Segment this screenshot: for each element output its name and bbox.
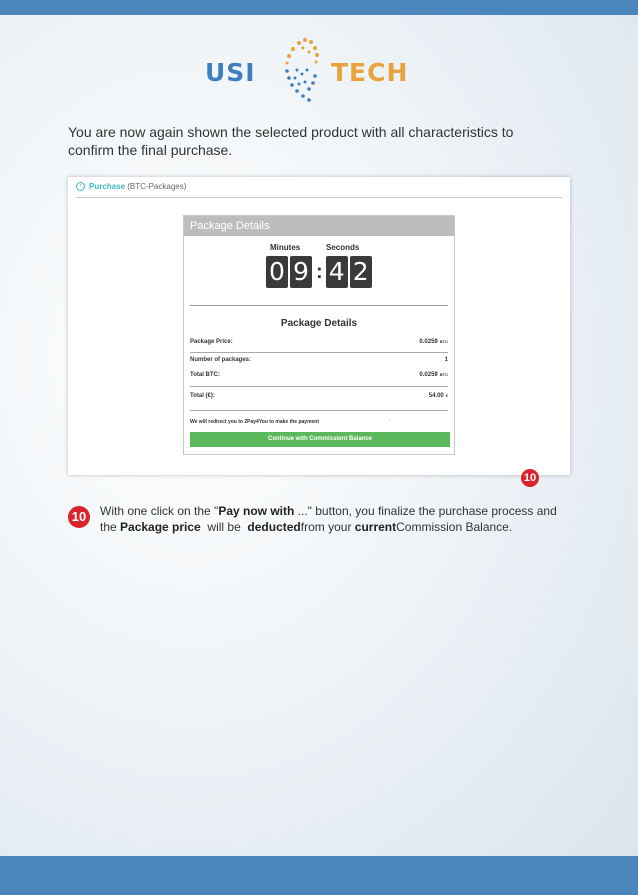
- breadcrumb-divider: [76, 197, 562, 198]
- timer-digit: 0: [266, 256, 288, 288]
- row-label: Package Price:: [190, 339, 233, 345]
- logo-globe-icon: [285, 38, 319, 102]
- timer-colon: :: [316, 260, 323, 283]
- emphasis: deducted: [247, 520, 301, 534]
- timer-labels: Minutes Seconds: [270, 243, 382, 252]
- countdown-timer: 0 9 : 4 2: [266, 256, 374, 288]
- row-value: 1: [444, 357, 448, 363]
- timer-digit: 9: [290, 256, 312, 288]
- breadcrumb: › Purchase (BTC-Packages): [76, 182, 187, 192]
- bottom-bar: [0, 856, 638, 895]
- divider: [190, 305, 448, 306]
- package-details-panel: Package Details Minutes Seconds 0 9 : 4 2…: [183, 215, 539, 487]
- row-divider: [190, 410, 448, 411]
- row-value: 0.0259 BTC: [419, 339, 448, 345]
- emphasis: Pay now with: [218, 504, 295, 518]
- row-label: Number of packages:: [190, 357, 252, 363]
- number-of-packages-row: Number of packages: 1: [190, 357, 448, 363]
- emphasis: current: [354, 520, 397, 534]
- row-divider: [190, 352, 448, 353]
- step-badge: 10: [521, 469, 539, 487]
- purchase-screenshot: › Purchase (BTC-Packages) Package Details…: [68, 177, 570, 487]
- total-eur-row: Total (€): 54.00 €: [190, 393, 448, 399]
- continue-commission-balance-button[interactable]: Continue with Commissiont Balance: [190, 432, 450, 447]
- chevron-circle-icon: ›: [76, 182, 85, 192]
- seconds-label: Seconds: [326, 243, 360, 252]
- step-badge: 10: [68, 506, 90, 528]
- row-value: 54.00 €: [428, 393, 448, 399]
- timer-digit: 4: [325, 256, 348, 288]
- row-label: Total BTC:: [190, 372, 220, 378]
- row-label: Total (€):: [190, 393, 215, 399]
- breadcrumb-current: (BTC-Packages): [127, 182, 187, 191]
- intro-text: You are now again shown the selected pro…: [68, 124, 514, 158]
- row-divider: [190, 386, 448, 387]
- timer-digit: 2: [349, 256, 372, 288]
- emphasis: Package price: [120, 520, 201, 534]
- package-price-row: Package Price: 0.0259 BTC: [190, 339, 448, 345]
- redirect-dot: .: [389, 417, 391, 423]
- row-value: 0.0259 BTC: [419, 372, 448, 378]
- minutes-label: Minutes: [270, 243, 301, 252]
- usi-tech-logo: USI TECH: [205, 34, 435, 108]
- instruction-text: With one click on the "Pay now with ..."…: [100, 504, 557, 534]
- logo-tech-text: TECH: [331, 58, 409, 87]
- redirect-note: We will redirect you to 2Pay4You to make…: [190, 419, 320, 425]
- total-btc-row: Total BTC: 0.0259 BTC: [190, 372, 448, 378]
- panel-header: Package Details: [184, 216, 454, 236]
- logo-usi-text: USI: [205, 58, 256, 87]
- top-bar: [0, 0, 638, 15]
- breadcrumb-purchase-link[interactable]: Purchase: [89, 182, 125, 191]
- details-title: Package Details: [280, 318, 358, 329]
